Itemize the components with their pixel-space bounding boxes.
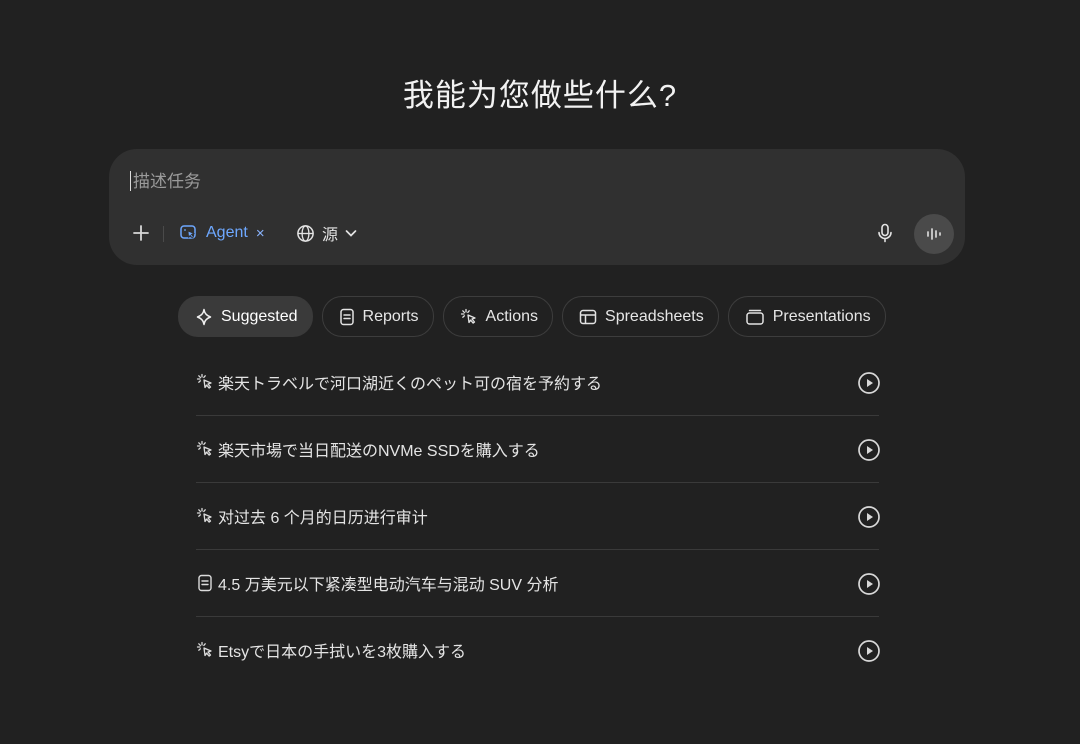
tab-label: Presentations (772, 307, 871, 325)
toolbar-divider (163, 226, 164, 242)
play-circle-icon[interactable] (857, 505, 881, 529)
play-circle-icon[interactable] (857, 371, 881, 395)
cursor-click-icon (196, 641, 214, 659)
agent-cursor-icon (180, 225, 196, 239)
cursor-click-icon (196, 507, 214, 525)
category-tabs: Suggested Reports Actions Spreadsheets P… (178, 296, 886, 337)
suggestion-list: 楽天トラベルで河口湖近くのペット可の宿を予約する 楽天市場で当日配送のNVMe … (196, 349, 881, 683)
suggestion-text: 楽天市場で当日配送のNVMe SSDを購入する (218, 443, 540, 460)
play-circle-icon[interactable] (857, 639, 881, 663)
list-item[interactable]: 楽天市場で当日配送のNVMe SSDを購入する (196, 416, 881, 483)
cursor-click-icon (196, 373, 214, 391)
document-icon (339, 308, 355, 326)
voice-waveform-icon (927, 228, 941, 240)
task-composer: Agent × 源 (109, 149, 965, 265)
tab-label: Reports (362, 307, 419, 325)
document-icon (196, 574, 214, 592)
tab-suggested[interactable]: Suggested (178, 296, 313, 337)
globe-icon (297, 224, 314, 242)
source-label: 源 (322, 227, 339, 244)
agent-chip[interactable]: Agent × (179, 219, 265, 247)
suggestion-text: 4.5 万美元以下紧凑型电动汽车与混动 SUV 分析 (218, 577, 559, 594)
suggestion-text: 对过去 6 个月的日历进行审计 (218, 510, 428, 527)
slides-icon (745, 308, 765, 326)
play-circle-icon[interactable] (857, 572, 881, 596)
voice-mode-button[interactable] (914, 214, 954, 254)
suggestion-text: 楽天トラベルで河口湖近くのペット可の宿を予約する (218, 376, 603, 393)
remove-agent-icon[interactable]: × (256, 225, 265, 242)
table-icon (579, 308, 597, 326)
list-item[interactable]: 对过去 6 个月的日历进行审计 (196, 483, 881, 550)
tab-spreadsheets[interactable]: Spreadsheets (562, 296, 719, 337)
source-selector[interactable]: 源 (296, 219, 358, 247)
page-title: 我能为您做些什么? (402, 78, 678, 113)
list-item[interactable]: 楽天トラベルで河口湖近くのペット可の宿を予約する (196, 349, 881, 416)
suggestion-text: Etsyで日本の手拭いを3枚購入する (218, 644, 467, 661)
agent-label: Agent (206, 224, 248, 241)
composer-toolbar: Agent × 源 (109, 214, 965, 254)
cursor-click-icon (460, 308, 478, 326)
chevron-down-icon (345, 230, 357, 237)
tab-label: Actions (485, 307, 539, 325)
microphone-icon (878, 223, 892, 243)
play-circle-icon[interactable] (857, 438, 881, 462)
tab-actions[interactable]: Actions (442, 296, 554, 337)
add-button[interactable] (127, 219, 155, 247)
sparkle-icon (195, 308, 213, 326)
list-item[interactable]: Etsyで日本の手拭いを3枚購入する (196, 617, 881, 683)
text-caret (130, 171, 131, 191)
microphone-button[interactable] (871, 219, 899, 247)
cursor-click-icon (196, 440, 214, 458)
list-item[interactable]: 4.5 万美元以下紧凑型电动汽车与混动 SUV 分析 (196, 550, 881, 617)
plus-icon (133, 225, 149, 241)
tab-label: Spreadsheets (605, 307, 704, 325)
tab-presentations[interactable]: Presentations (727, 296, 886, 337)
tab-label: Suggested (221, 307, 298, 325)
tab-reports[interactable]: Reports (321, 296, 434, 337)
task-input[interactable] (131, 169, 835, 195)
